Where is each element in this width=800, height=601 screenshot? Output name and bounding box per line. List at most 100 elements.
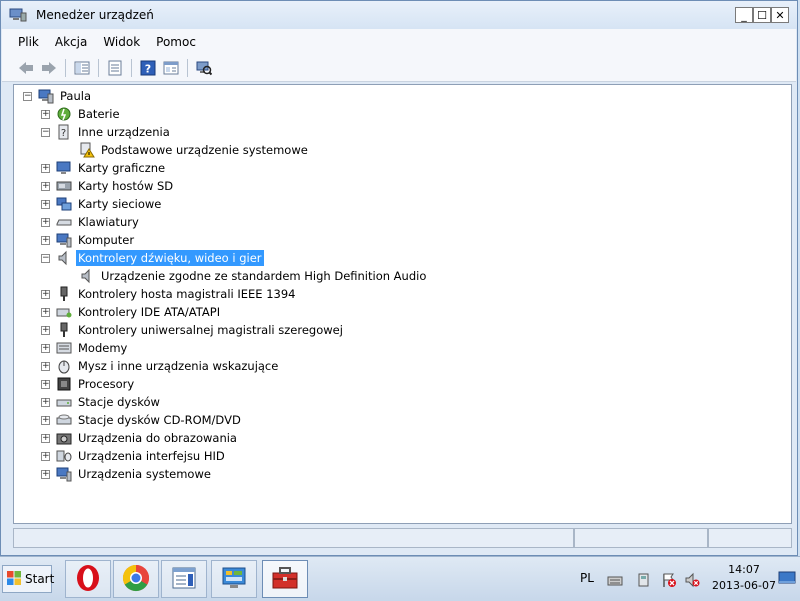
expand-toggle[interactable]: +: [41, 181, 50, 191]
opera-taskbar-button[interactable]: [65, 560, 111, 598]
action-center-icon[interactable]: [661, 572, 677, 588]
menu-widok[interactable]: Widok: [95, 35, 148, 49]
opera-icon: [73, 563, 103, 596]
usb-icon: [56, 322, 72, 338]
tree-category-item[interactable]: + Karty graficzne: [41, 159, 167, 177]
tree-item-label: Procesory: [78, 377, 135, 391]
notepad-taskbar-button[interactable]: [161, 560, 207, 598]
tree-child-item[interactable]: Podstawowe urządzenie systemowe: [79, 141, 310, 159]
chrome-taskbar-button[interactable]: [113, 560, 159, 598]
expand-toggle[interactable]: +: [41, 343, 50, 353]
window-title: Menedżer urządzeń: [36, 8, 154, 22]
tree-root[interactable]: − Paula: [23, 87, 93, 105]
toolbox-icon: [270, 564, 300, 595]
collapse-toggle[interactable]: −: [41, 253, 50, 263]
device-manager-taskbar-button[interactable]: [262, 560, 308, 598]
view-icon[interactable]: [161, 58, 181, 78]
svg-text:?: ?: [61, 128, 66, 139]
tree-child-item[interactable]: Urządzenie zgodne ze standardem High Def…: [79, 267, 428, 285]
expand-toggle[interactable]: +: [41, 415, 50, 425]
volume-muted-icon[interactable]: [684, 572, 700, 588]
cdrom-icon: [56, 412, 72, 428]
console-tree-icon[interactable]: [72, 58, 92, 78]
power-icon[interactable]: [637, 572, 653, 588]
tree-item-label: Karty sieciowe: [78, 197, 162, 211]
collapse-toggle[interactable]: −: [23, 91, 32, 101]
firewire-icon: [56, 286, 72, 302]
tree-category-item[interactable]: + Stacje dysków: [41, 393, 162, 411]
maximize-button[interactable]: ☐: [753, 7, 771, 23]
minimize-button[interactable]: _: [735, 7, 753, 23]
close-button[interactable]: ✕: [771, 7, 789, 23]
show-desktop-icon[interactable]: [778, 569, 796, 587]
start-button[interactable]: Start: [2, 565, 54, 593]
imaging-device-icon: [56, 430, 72, 446]
tree-category-item[interactable]: + Kontrolery IDE ATA/ATAPI: [41, 303, 222, 321]
toolbar-separator: [98, 59, 99, 77]
forward-icon[interactable]: [39, 58, 59, 78]
title-bar[interactable]: Menedżer urządzeń _ ☐ ✕: [1, 1, 797, 29]
expand-toggle[interactable]: +: [41, 433, 50, 443]
windows-logo-icon: [6, 570, 22, 589]
tree-category-item[interactable]: + Stacje dysków CD-ROM/DVD: [41, 411, 243, 429]
tree-item-label: Kontrolery hosta magistrali IEEE 1394: [78, 287, 296, 301]
expand-toggle[interactable]: +: [41, 307, 50, 317]
expand-toggle[interactable]: +: [41, 325, 50, 335]
menu-plik[interactable]: Plik: [10, 35, 47, 49]
collapse-toggle[interactable]: −: [41, 127, 50, 137]
chrome-icon: [121, 563, 151, 596]
keyboard-icon[interactable]: [607, 572, 623, 588]
language-indicator[interactable]: PL: [580, 571, 594, 585]
tree-root-label: Paula: [60, 89, 91, 103]
sd-host-icon: [56, 178, 72, 194]
tree-category-item[interactable]: −? Inne urządzenia: [41, 123, 172, 141]
expand-toggle[interactable]: +: [41, 379, 50, 389]
tree-category-item[interactable]: + Karty hostów SD: [41, 177, 175, 195]
tree-item-label: Urządzenia do obrazowania: [78, 431, 237, 445]
tree-category-item[interactable]: + Klawiatury: [41, 213, 141, 231]
menu-bar: Plik Akcja Widok Pomoc: [2, 29, 796, 56]
unknown-device-icon: ?: [56, 124, 72, 140]
device-tree[interactable]: − Paula + Baterie −? Inne urządzenia Podstaw…: [13, 84, 792, 524]
scan-hardware-icon[interactable]: [194, 58, 214, 78]
tree-category-item[interactable]: + Urządzenia systemowe: [41, 465, 213, 483]
tree-category-item[interactable]: + Mysz i inne urządzenia wskazujące: [41, 357, 280, 375]
expand-toggle[interactable]: +: [41, 163, 50, 173]
tree-category-item[interactable]: − Kontrolery dźwięku, wideo i gier: [41, 249, 264, 267]
tree-category-item[interactable]: + Urządzenia do obrazowania: [41, 429, 239, 447]
tree-category-item[interactable]: + Komputer: [41, 231, 136, 249]
expand-toggle[interactable]: +: [41, 361, 50, 371]
expand-toggle[interactable]: +: [41, 109, 50, 119]
tree-category-item[interactable]: + Baterie: [41, 105, 122, 123]
expand-toggle[interactable]: +: [41, 199, 50, 209]
control-panel-taskbar-button[interactable]: [211, 560, 257, 598]
expand-toggle[interactable]: +: [41, 469, 50, 479]
expand-toggle[interactable]: +: [41, 289, 50, 299]
expand-toggle[interactable]: +: [41, 217, 50, 227]
expand-toggle[interactable]: +: [41, 451, 50, 461]
properties-icon[interactable]: [105, 58, 125, 78]
tree-category-item[interactable]: + Urządzenia interfejsu HID: [41, 447, 227, 465]
tree-category-item[interactable]: + Karty sieciowe: [41, 195, 163, 213]
menu-pomoc[interactable]: Pomoc: [148, 35, 204, 49]
tree-category-item[interactable]: + Kontrolery hosta magistrali IEEE 1394: [41, 285, 297, 303]
expand-toggle[interactable]: +: [41, 235, 50, 245]
speaker-icon: [79, 268, 95, 284]
battery-icon: [56, 106, 72, 122]
tree-item-label: Stacje dysków: [78, 395, 160, 409]
svg-text:?: ?: [145, 63, 151, 76]
system-device-icon: [56, 466, 72, 482]
tree-category-item[interactable]: + Kontrolery uniwersalnej magistrali szer…: [41, 321, 345, 339]
menu-akcja[interactable]: Akcja: [47, 35, 95, 49]
expand-toggle[interactable]: +: [41, 397, 50, 407]
tree-item-label: Modemy: [78, 341, 128, 355]
tree-category-item[interactable]: + Procesory: [41, 375, 136, 393]
back-icon[interactable]: [16, 58, 36, 78]
system-clock[interactable]: 14:07 2013-06-07: [712, 562, 776, 594]
tree-category-item[interactable]: + Modemy: [41, 339, 129, 357]
warning-device-icon: [79, 142, 95, 158]
tree-item-label: Komputer: [78, 233, 135, 247]
clock-time: 14:07: [728, 563, 760, 576]
help-icon[interactable]: ?: [138, 58, 158, 78]
tree-item-label: Karty hostów SD: [78, 179, 174, 193]
